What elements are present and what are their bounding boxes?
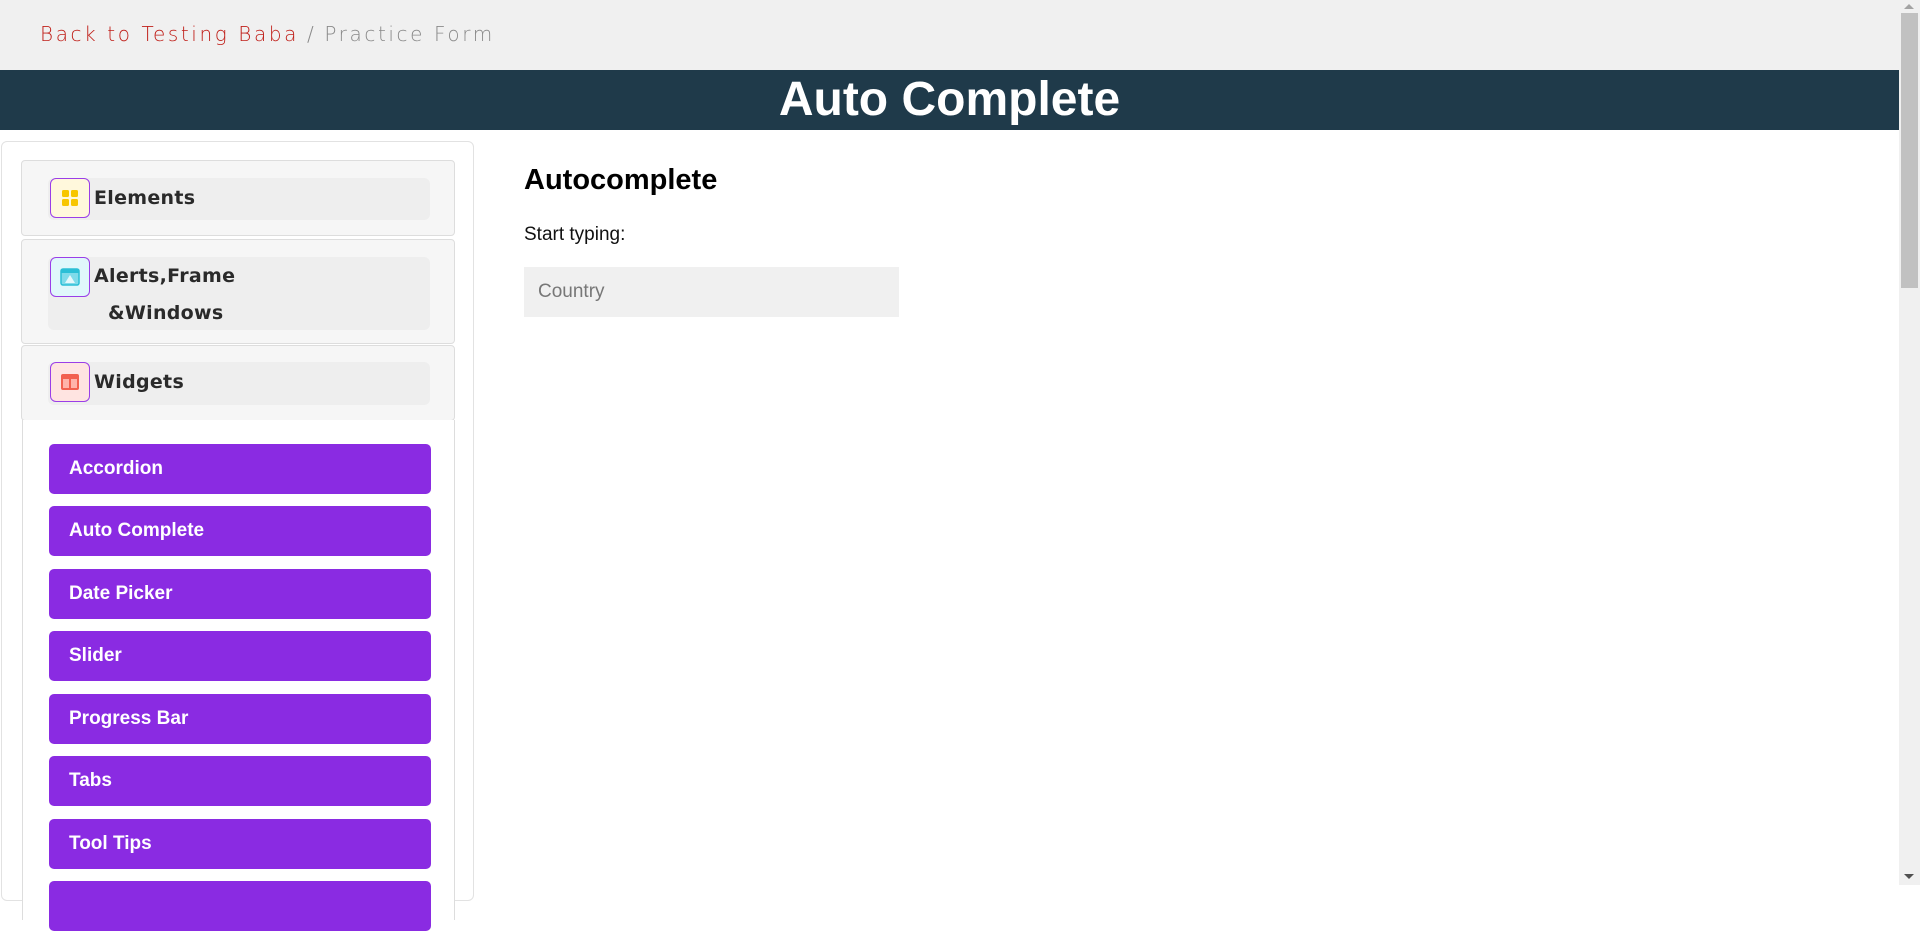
country-autocomplete-input[interactable] [524,267,899,317]
start-typing-label: Start typing: [524,224,626,245]
sidebar-item-widgets[interactable]: Widgets [48,362,430,405]
sidebar-item-alerts-frame-windows[interactable]: Alerts,Frame &Windows [48,257,430,330]
widget-slider-button[interactable]: Slider [49,631,431,681]
sidebar-section-alerts: Alerts,Frame &Windows [21,239,455,344]
scrollbar-thumb[interactable] [1901,13,1918,288]
breadcrumb: Back to Testing Baba / Practice Form [40,22,495,46]
sidebar: Elements Alerts,Frame &Windows Widgets A… [1,141,474,931]
back-to-testing-baba-link[interactable]: Back to Testing Baba [40,22,299,46]
widget-tool-tips-button[interactable]: Tool Tips [49,819,431,869]
widgets-icon [50,362,90,402]
sidebar-item-label: Widgets [94,371,185,393]
window-alert-icon [50,257,90,297]
elements-grid-icon [50,178,90,218]
sidebar-section-elements: Elements [21,160,455,236]
sidebar-item-label-line2: &Windows [108,302,224,324]
widget-date-picker-button[interactable]: Date Picker [49,569,431,619]
widget-progress-bar-button[interactable]: Progress Bar [49,694,431,744]
sidebar-item-label: Alerts,Frame [94,265,236,287]
sidebar-item-elements[interactable]: Elements [48,178,430,220]
breadcrumb-separator: / [307,22,317,46]
section-heading: Autocomplete [524,164,718,196]
widget-auto-complete-button[interactable]: Auto Complete [49,506,431,556]
page-title: Auto Complete [0,70,1899,130]
vertical-scrollbar[interactable] [1899,0,1920,885]
widgets-submenu: Accordion Auto Complete Date Picker Slid… [22,420,455,931]
breadcrumb-current: Practice Form [324,22,495,46]
top-bar: Back to Testing Baba / Practice Form [0,0,1899,70]
widget-next-button[interactable] [49,881,431,931]
widget-tabs-button[interactable]: Tabs [49,756,431,806]
sidebar-item-label: Elements [94,187,196,209]
scroll-up-arrow-icon[interactable] [1904,4,1914,9]
widget-accordion-button[interactable]: Accordion [49,444,431,494]
scroll-down-arrow-icon[interactable] [1904,874,1914,879]
sidebar-section-widgets: Widgets [21,345,455,421]
